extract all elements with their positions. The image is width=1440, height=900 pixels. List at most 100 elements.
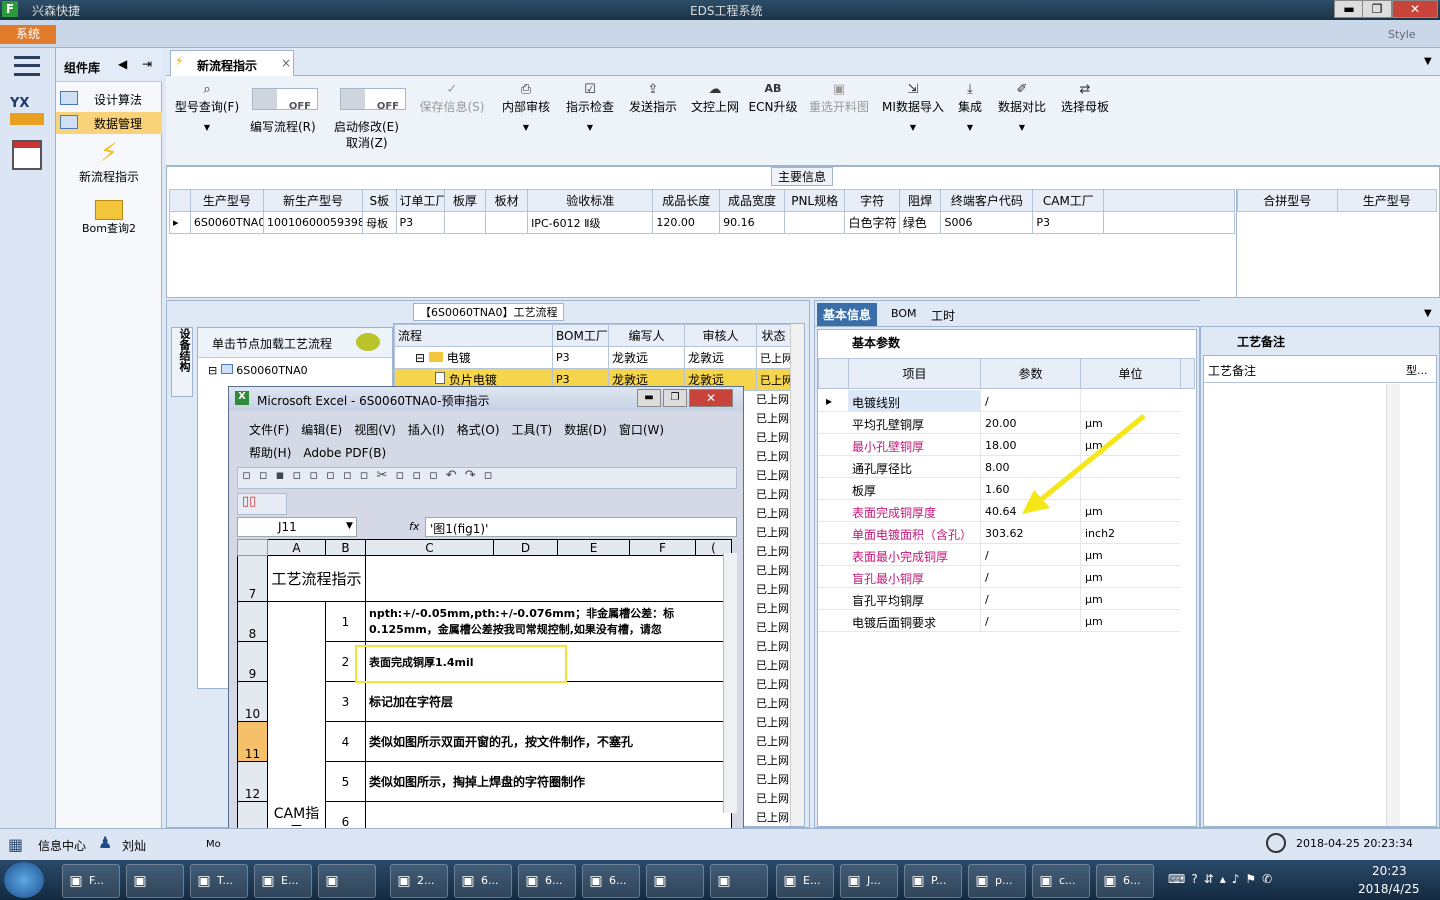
style-label[interactable]: Style xyxy=(1388,28,1416,41)
param-row[interactable]: 表面最小完成铜厚 / μm xyxy=(818,544,1180,566)
excel-minimize-button[interactable]: ▬ xyxy=(637,389,661,407)
tray-icons: ⌨?⇵▴♪⚑✆ xyxy=(1168,872,1279,886)
menu-file[interactable]: 文件(F) xyxy=(249,423,289,437)
taskbar-item[interactable]: ▣ xyxy=(710,864,768,898)
taskbar-item[interactable]: ▣ E... xyxy=(776,864,834,898)
calendar-module-icon[interactable] xyxy=(12,140,42,170)
menu-window[interactable]: 窗口(W) xyxy=(619,423,664,437)
window-titlebar: F 兴森快捷 EDS工程系统 ▬ ❐ ✕ xyxy=(0,0,1440,20)
tab-new-flow[interactable]: ⚡ 新流程指示 × xyxy=(170,50,294,76)
excel-close-button[interactable]: ✕ xyxy=(689,389,733,407)
send-instruction-button[interactable]: ⇪ 发送指示 xyxy=(624,82,682,115)
info-center[interactable]: 信息中心 xyxy=(38,837,86,854)
search-icon: ⌕ xyxy=(203,82,211,97)
excel-vscrollbar[interactable] xyxy=(723,553,737,813)
data-compare-button[interactable]: ✐ 数据对比 ▼ xyxy=(994,82,1050,132)
select-motherboard-button[interactable]: ⇄ 选择母板 xyxy=(1056,82,1114,115)
yx-module-icon[interactable]: YX xyxy=(10,96,44,130)
new-flow-action[interactable]: ⚡ 新流程指示 xyxy=(56,138,162,188)
taskbar-item[interactable]: ▣ xyxy=(126,864,184,898)
param-row[interactable]: 电镀后面铜要求 / μm xyxy=(818,610,1180,632)
panel-dropdown-icon[interactable]: ▼ xyxy=(1424,308,1432,319)
maximize-button[interactable]: ❐ xyxy=(1362,0,1392,18)
taskbar-item[interactable]: ▣ P... xyxy=(904,864,962,898)
taskbar-item[interactable]: ▣ E... xyxy=(254,864,312,898)
taskbar-item[interactable]: ▣ xyxy=(318,864,376,898)
taskbar-item[interactable]: ▣ T... xyxy=(190,864,248,898)
taskbar-item[interactable]: ▣ 6... xyxy=(1096,864,1154,898)
menu-view[interactable]: 视图(V) xyxy=(354,423,396,437)
taskbar-item[interactable]: ▣ xyxy=(646,864,704,898)
param-item: 通孔厚径比 xyxy=(852,462,913,476)
table-row[interactable]: ▸ 6S0060TNA0 10010600059398 母板 P3 IPC-6012 Ⅱ级… xyxy=(169,211,1235,234)
menu-data[interactable]: 数据(D) xyxy=(564,423,607,437)
minimize-button[interactable]: ▬ xyxy=(1334,0,1364,18)
menu-format[interactable]: 格式(O) xyxy=(457,423,500,437)
write-flow-toggle[interactable]: OFF xyxy=(252,88,318,112)
taskbar-item[interactable]: ▣ 6... xyxy=(454,864,512,898)
close-button[interactable]: ✕ xyxy=(1392,0,1438,18)
doc-online-button[interactable]: ☁ 文控上网 xyxy=(686,82,744,115)
pin-icon[interactable]: ⇥ xyxy=(142,57,152,71)
start-modify-toggle[interactable]: OFF xyxy=(340,88,406,112)
tab-basic-info[interactable]: 基本信息 xyxy=(817,303,878,326)
internal-review-button[interactable]: ⎙ 内部审核 ▼ xyxy=(496,82,556,132)
param-row[interactable]: ▸ 电镀线别 / xyxy=(818,390,1180,412)
taskbar-item[interactable]: ▣ F... xyxy=(62,864,120,898)
basic-params-title: 基本参数 xyxy=(852,336,901,350)
menu-help[interactable]: 帮助(H) xyxy=(249,446,291,460)
lib-item-data[interactable]: 数据管理 xyxy=(56,112,162,134)
ecn-upgrade-button[interactable]: AB ECN升级 xyxy=(748,82,798,115)
mi-import-button[interactable]: ⇲ MI数据导入 ▼ xyxy=(878,82,948,132)
taskbar-item[interactable]: ▣ c... xyxy=(1032,864,1090,898)
save-info-button[interactable]: ✓ 保存信息(S) xyxy=(416,82,488,115)
param-row[interactable]: 盲孔最小铜厚 / μm xyxy=(818,566,1180,588)
taskbar-item[interactable]: ▣ 2... xyxy=(390,864,448,898)
name-box[interactable]: J11 ▼ xyxy=(237,517,357,537)
flow-scrollbar[interactable] xyxy=(790,324,804,826)
toolbar: ⌕ 型号查询(F) ▼ OFF 编写流程(R) OFF 启动修改(E) 取消(Z… xyxy=(166,76,1440,166)
start-button[interactable] xyxy=(4,862,44,898)
table-row[interactable]: ⊟ 电镀 P3 龙敦远 龙敦远 已上网 xyxy=(394,346,791,369)
tab-work-hours[interactable]: 工时 xyxy=(931,307,955,324)
menu-insert[interactable]: 插入(I) xyxy=(408,423,445,437)
tab-close-icon[interactable]: × xyxy=(281,56,291,70)
tab-bom[interactable]: BOM xyxy=(891,307,917,320)
collapse-icon[interactable]: ◀ xyxy=(118,57,127,71)
lib-item-design[interactable]: 设计算法 xyxy=(56,88,162,110)
param-row[interactable]: 盲孔平均铜厚 / μm xyxy=(818,588,1180,610)
reselect-cut-button[interactable]: ▣ 重选开料图 xyxy=(806,82,872,115)
taskbar-item[interactable]: ▣ 6... xyxy=(582,864,640,898)
user-name: 刘灿 xyxy=(122,839,147,853)
taskbar-item[interactable]: ▣ 6... xyxy=(518,864,576,898)
system-tab[interactable]: 系统 xyxy=(0,25,56,44)
bom-query-action[interactable]: Bom查询2 xyxy=(56,196,162,242)
write-flow-label: 编写流程(R) xyxy=(250,120,316,134)
instruction-check-button[interactable]: ☑ 指示检查 ▼ xyxy=(560,82,620,132)
formula-bar[interactable]: '图1(fig1)' xyxy=(425,517,737,537)
device-structure-tab[interactable]: 设备结构 xyxy=(171,327,193,397)
menu-tools[interactable]: 工具(T) xyxy=(512,423,553,437)
app-icon: ▣ xyxy=(1039,873,1053,889)
model-query-button[interactable]: ⌕ 型号查询(F) ▼ xyxy=(172,82,242,132)
menu-adobe-pdf[interactable]: Adobe PDF(B) xyxy=(303,446,386,460)
app-icon: ▣ xyxy=(847,873,861,889)
cancel-button[interactable]: 取消(Z) xyxy=(346,134,388,151)
app-icon: ▣ xyxy=(975,873,989,889)
param-value: / xyxy=(980,390,1080,412)
param-unit: μm xyxy=(1080,588,1180,610)
tree-node-root[interactable]: ⊟ 6S0060TNA0 xyxy=(208,364,308,377)
excel-maximize-button[interactable]: ❐ xyxy=(663,389,687,407)
menu-icon[interactable] xyxy=(14,56,40,76)
menu-edit[interactable]: 编辑(E) xyxy=(301,423,342,437)
integrate-button[interactable]: ⤓ 集成 ▼ xyxy=(952,82,988,132)
excel-sheet[interactable]: A B C D E F( 7 工艺流程指示 8 1 npth:+/-0.05mm,pth:+/-… xyxy=(237,539,732,842)
app-icon: ▣ xyxy=(717,873,731,889)
taskbar-item[interactable]: ▣ J... xyxy=(840,864,898,898)
remarks-scrollbar[interactable] xyxy=(1386,384,1400,826)
shuffle-icon: ⇄ xyxy=(1079,82,1091,97)
excel-window[interactable]: X Microsoft Excel - 6S0060TNA0-预审指示 ▬ ❐ … xyxy=(228,386,744,866)
tabs-dropdown-icon[interactable]: ▼ xyxy=(1424,56,1432,67)
param-row[interactable]: 单面电镀面积（含孔） 303.62 inch2 xyxy=(818,522,1180,544)
taskbar-item[interactable]: ▣ p... xyxy=(968,864,1026,898)
